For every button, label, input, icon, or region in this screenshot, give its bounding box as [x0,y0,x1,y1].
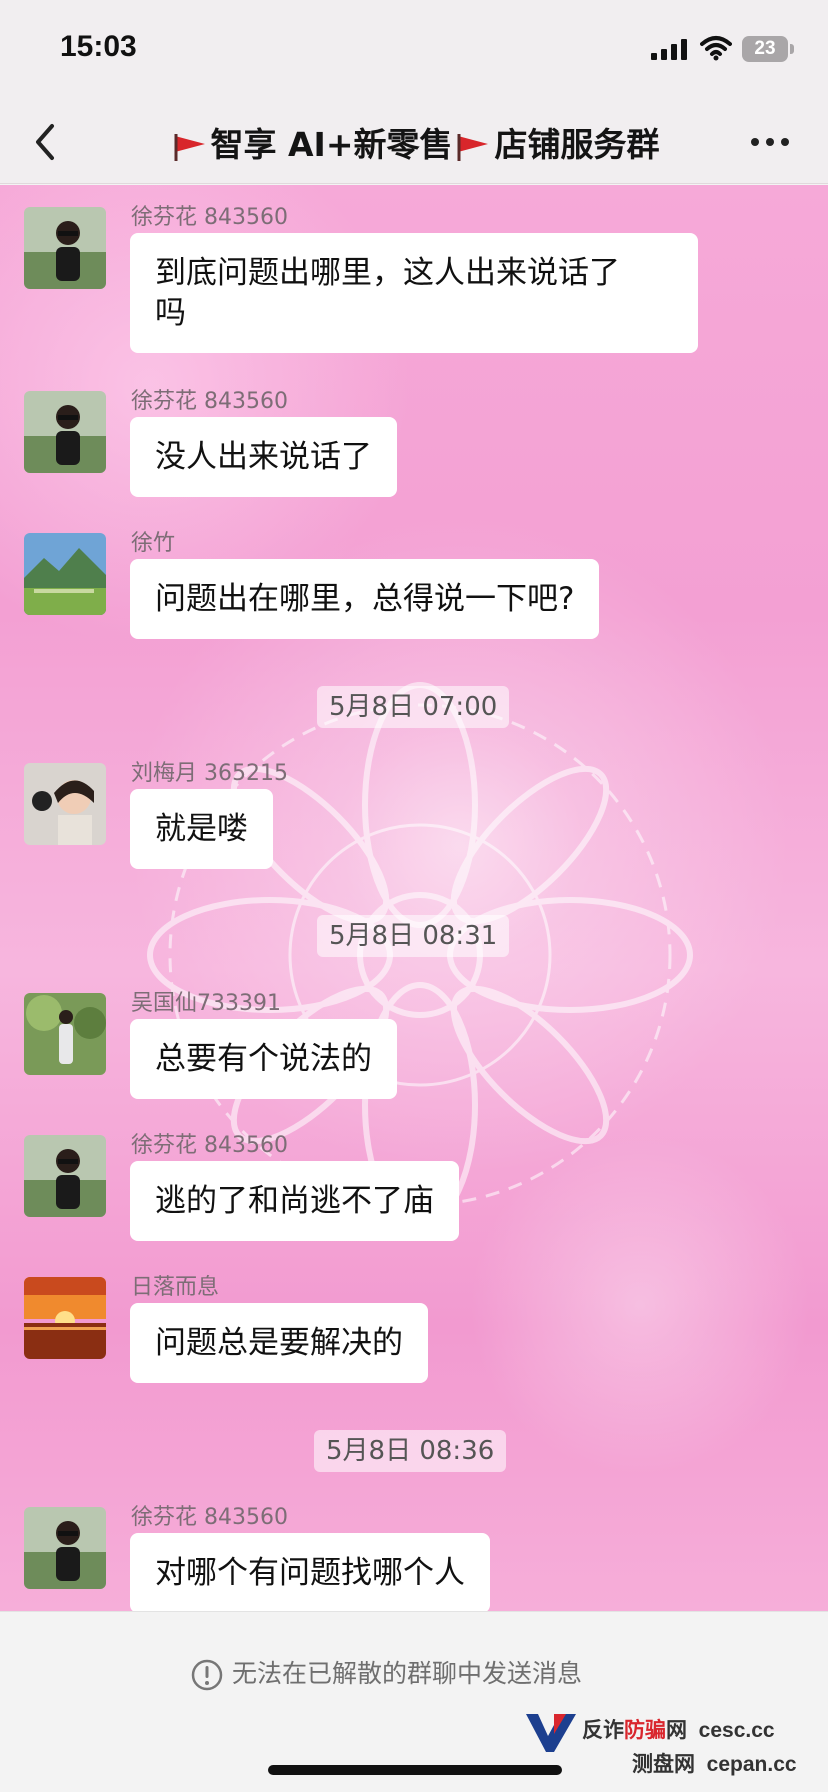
status-time: 15:03 [60,30,137,63]
nav-bar: 智享 AI+新零售 店铺服务群 [0,100,828,184]
group-title: 智享 AI+新零售 店铺服务群 [120,118,708,166]
disbanded-notice-text: 无法在已解散的群聊中发送消息 [232,1659,583,1688]
avatar[interactable] [24,993,106,1075]
red-flag-icon [174,133,205,161]
message-bubble[interactable]: 就是喽 [130,789,273,869]
avatar[interactable] [24,533,106,615]
disbanded-notice: 无法在已解散的群聊中发送消息 [190,1654,582,1692]
avatar[interactable] [24,763,106,845]
message-text-line: 到底问题出哪里，这人出来说话了 [155,255,620,291]
info-circle-icon [191,1659,223,1691]
more-options-icon[interactable] [750,136,790,148]
sender-name: 日落而息 [131,1275,220,1300]
sender-name: 吴国仙733391 [131,991,281,1016]
red-flag-icon [457,133,489,161]
avatar[interactable] [24,1507,106,1589]
message-text-line: 吗 [155,295,186,331]
status-bar: 15:03 23 [0,0,828,100]
chat-area[interactable]: 徐芬花 843560 到底问题出哪里，这人出来说话了 吗 徐芬花 843560 … [0,185,828,1611]
message-bubble[interactable]: 对哪个有问题找哪个人 [130,1533,490,1611]
sender-name: 徐芬花 843560 [131,1505,288,1530]
avatar[interactable] [24,207,106,289]
cellular-signal-icon [651,39,687,60]
timestamp-divider: 5月8日 07:00 [317,686,510,728]
avatar[interactable] [24,391,106,473]
watermark: 反诈防骗网 cesc.cc 测盘网 cepan.cc [524,1710,804,1790]
sender-name: 徐芬花 843560 [131,1133,288,1158]
watermark-logo [526,1714,576,1752]
disbanded-group-footer: 无法在已解散的群聊中发送消息 反诈防骗网 cesc.cc 测盘网 cepan.c… [0,1611,828,1792]
timestamp-divider: 5月8日 08:31 [317,915,510,957]
group-title-part1: 智享 AI+新零售 [210,125,453,164]
watermark-line1: 反诈防骗网 cesc.cc [582,1719,775,1742]
message-bubble[interactable]: 没人出来说话了 [130,417,397,497]
message-bubble[interactable]: 问题出在哪里，总得说一下吧? [130,559,600,639]
avatar[interactable] [24,1135,106,1217]
sender-name: 刘梅月 365215 [131,761,288,786]
avatar[interactable] [24,1277,106,1359]
sender-name: 徐竹 [131,531,176,556]
message-bubble[interactable]: 到底问题出哪里，这人出来说话了 吗 [130,233,698,353]
wifi-icon [700,36,732,61]
message-bubble[interactable]: 总要有个说法的 [130,1019,397,1099]
group-title-part2: 店铺服务群 [494,125,660,164]
battery-icon: 23 [742,36,788,62]
timestamp-divider: 5月8日 08:36 [314,1430,507,1472]
message-bubble[interactable]: 问题总是要解决的 [130,1303,428,1383]
sender-name: 徐芬花 843560 [131,205,288,230]
sender-name: 徐芬花 843560 [131,389,288,414]
home-indicator[interactable] [268,1765,562,1775]
message-bubble[interactable]: 逃的了和尚逃不了庙 [130,1161,459,1241]
watermark-line2: 测盘网 cepan.cc [632,1753,797,1776]
battery-tip [790,44,794,54]
back-chevron-icon[interactable] [28,120,68,164]
